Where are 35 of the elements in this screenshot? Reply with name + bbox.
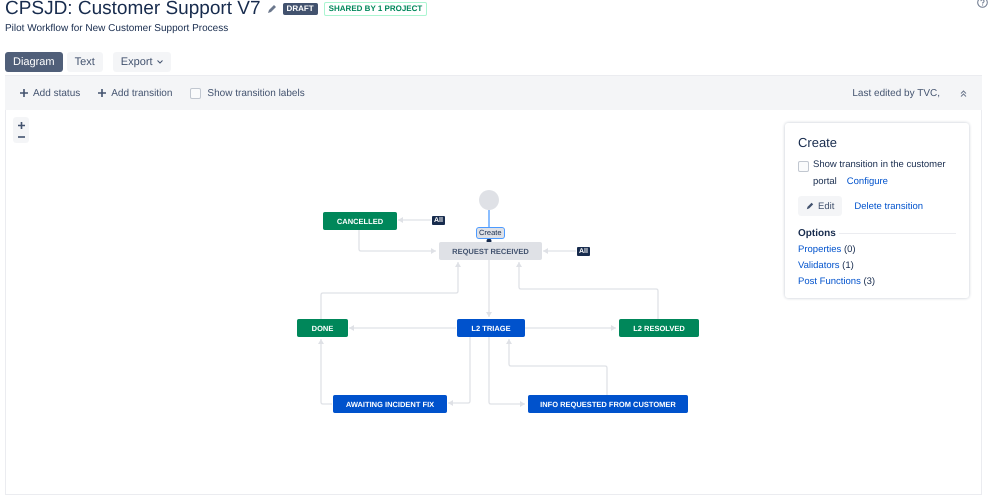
plus-icon	[98, 89, 106, 97]
last-edited-text: Last edited by TVC,	[852, 88, 940, 98]
checkbox-label: Show transition labels	[207, 88, 305, 98]
view-tab[interactable]: Diagram	[5, 52, 63, 72]
option-link[interactable]: Validators	[798, 260, 840, 271]
portal-option-text: Show transition in the customer portal Configure	[813, 158, 947, 189]
workflow-description: Pilot Workflow for New Customer Support Process	[5, 23, 228, 34]
zoom-in-icon[interactable]	[18, 122, 24, 129]
add-status-button[interactable]: Add status	[20, 88, 80, 98]
pencil-icon[interactable]	[266, 4, 277, 14]
workflow-title: CPSJD: Customer Support V7	[5, 0, 261, 18]
panel-title: Create	[798, 135, 838, 150]
portal-checkbox[interactable]	[798, 161, 809, 172]
plus-icon	[20, 89, 28, 97]
option-entry: Validators (1)	[798, 260, 854, 271]
edit-button[interactable]: Edit	[798, 196, 842, 216]
status-badge: SHARED BY 1 PROJECT	[324, 2, 428, 16]
status-badge: DRAFT	[282, 3, 318, 15]
help-icon[interactable]	[977, 0, 988, 8]
transition-arrow[interactable]	[523, 325, 616, 331]
option-link[interactable]: Post Functions	[798, 276, 861, 287]
caret-icon	[156, 60, 163, 64]
add-transition-button[interactable]: Add transition	[98, 88, 172, 98]
view-tab[interactable]: Text	[66, 52, 103, 72]
collapse-icon[interactable]	[960, 90, 967, 96]
pencil-icon	[806, 202, 814, 210]
export-button[interactable]: Export	[112, 52, 171, 72]
configure-link[interactable]: Configure	[846, 176, 888, 187]
option-link[interactable]: Properties	[798, 244, 842, 255]
options-heading: Options	[798, 228, 836, 239]
start-node[interactable]	[479, 190, 499, 210]
labels-checkbox[interactable]	[190, 88, 202, 98]
option-entry: Post Functions (3)	[798, 276, 876, 287]
option-entry: Properties (0)	[798, 244, 856, 255]
delete-transition-link[interactable]: Delete transition	[854, 200, 924, 212]
